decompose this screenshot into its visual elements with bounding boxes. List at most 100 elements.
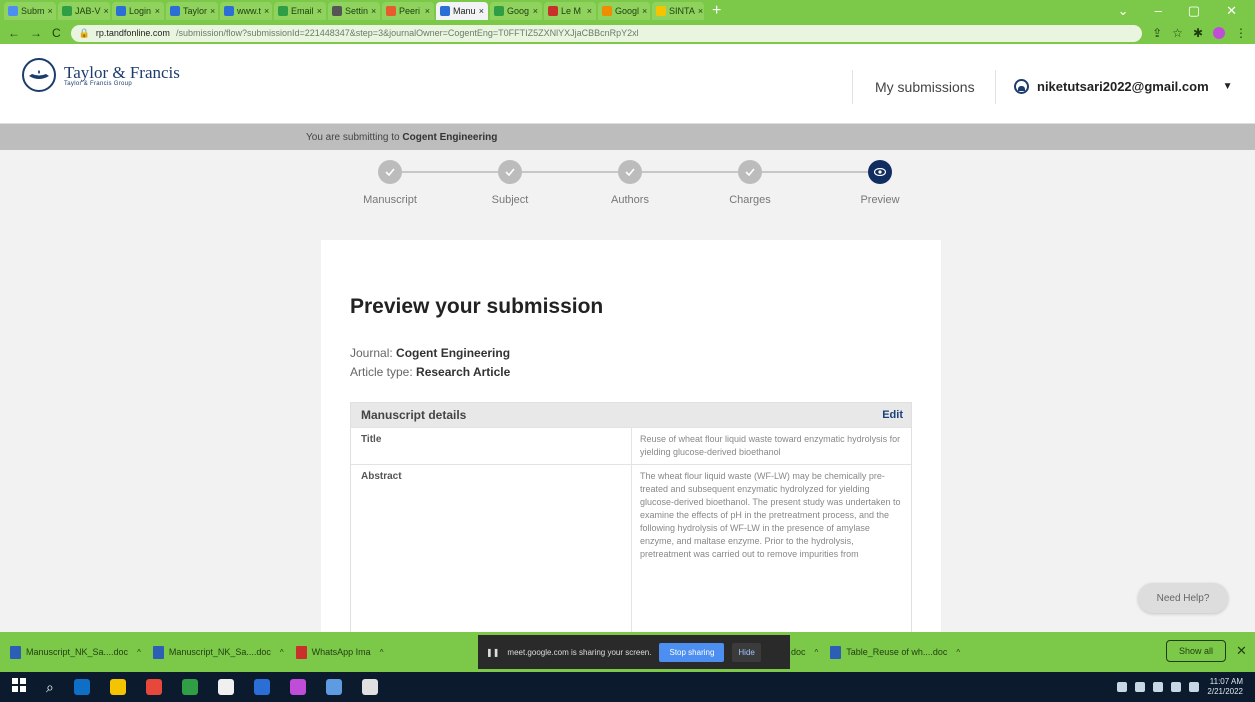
step-label: Subject [491,194,529,206]
close-tab-icon[interactable]: × [479,6,484,16]
taskbar-app-icon[interactable] [361,679,378,695]
favicon-icon [224,6,234,16]
browser-tab[interactable]: Googl × [598,2,650,20]
new-tab-icon[interactable]: + [712,2,721,20]
favicon-icon [440,6,450,16]
browser-tab[interactable]: Peeri × [382,2,434,20]
wifi-icon[interactable] [1171,682,1182,692]
browser-toolbar: ← → C 🔒 rp.tandfonline.com/submission/fl… [0,22,1255,44]
menu-icon[interactable]: ⋮ [1235,26,1247,40]
close-tab-icon[interactable]: × [264,6,269,16]
tab-label: SINTA [669,6,695,16]
row-value: The wheat flour liquid waste (WF-LW) may… [631,465,911,635]
step-manuscript[interactable]: Manuscript [350,160,430,206]
preview-card: Preview your submission Journal: Cogent … [321,240,941,640]
profile-avatar[interactable] [1213,27,1225,39]
taylor-francis-logo[interactable]: Taylor & Francis Taylor & Francis Group [22,58,180,92]
close-tab-icon[interactable]: × [371,6,376,16]
step-preview[interactable]: Preview [840,160,920,206]
browser-tab[interactable]: Le M × [544,2,596,20]
step-charges[interactable]: Charges [710,160,790,206]
close-tab-icon[interactable]: × [642,6,647,16]
close-window-icon[interactable]: ✕ [1226,3,1237,19]
user-menu[interactable]: niketutsari2022@gmail.com ▼ [1014,79,1233,94]
tray-icon[interactable] [1153,682,1164,692]
step-authors[interactable]: Authors [590,160,670,206]
word-doc-icon [830,645,842,659]
extensions-icon[interactable]: ✱ [1193,26,1203,40]
chevron-up-icon[interactable]: ^ [280,648,284,657]
chevron-up-icon[interactable]: ^ [137,648,141,657]
close-icon[interactable]: ✕ [1236,643,1247,659]
taskbar-app-icon[interactable] [289,679,306,695]
show-all-button[interactable]: Show all [1166,640,1226,662]
tab-label: Goog [507,6,530,16]
taskbar-app-icon[interactable] [325,679,342,695]
need-help-button[interactable]: Need Help? [1138,583,1228,613]
taskbar-app-icon[interactable] [253,679,270,695]
taskbar-app-icon[interactable] [73,679,90,695]
volume-icon[interactable] [1189,682,1200,692]
favicon-icon [278,6,288,16]
stop-sharing-button[interactable]: Stop sharing [659,642,725,662]
close-tab-icon[interactable]: × [587,6,592,16]
section-title: Manuscript details [361,408,467,422]
download-item[interactable]: Manuscript_NK_Sa....doc ^ [152,645,284,659]
maximize-icon[interactable]: ▢ [1188,3,1200,19]
chevron-up-icon[interactable]: ^ [956,648,960,657]
taskbar-app-icon[interactable] [109,679,126,695]
favicon-icon [8,6,18,16]
bookmark-star-icon[interactable]: ☆ [1172,26,1183,40]
journal-meta: Journal: Cogent Engineering [350,346,510,360]
forward-icon[interactable]: → [30,26,42,40]
browser-tab[interactable]: SINTA × [652,2,704,20]
taskbar-app-icon[interactable] [181,679,198,695]
reload-icon[interactable]: C [52,26,61,40]
share-icon[interactable]: ⇪ [1152,26,1162,40]
tab-label: Peeri [399,6,421,16]
windows-start-icon[interactable] [12,677,26,697]
search-icon[interactable]: ⌕ [46,679,54,696]
browser-tab[interactable]: Subm × [4,2,56,20]
taskbar-app-icon[interactable] [145,679,162,695]
download-item[interactable]: WhatsApp Ima ^ [295,645,384,659]
check-icon [498,160,522,184]
hide-button[interactable]: Hide [732,642,761,662]
browser-tab[interactable]: Settin × [328,2,380,20]
step-label: Preview [860,194,900,206]
browser-tab[interactable]: Taylor × [166,2,218,20]
download-item[interactable]: Table_Reuse of wh....doc ^ [830,645,960,659]
close-tab-icon[interactable]: × [155,6,160,16]
close-tab-icon[interactable]: × [698,6,703,16]
close-tab-icon[interactable]: × [210,6,215,16]
download-item[interactable]: Manuscript_NK_Sa....doc ^ [10,645,141,659]
edit-link[interactable]: Edit [882,409,903,421]
close-tab-icon[interactable]: × [104,6,109,16]
close-tab-icon[interactable]: × [533,6,538,16]
browser-tab[interactable]: Email × [274,2,326,20]
taskbar-app-icon[interactable] [217,679,234,695]
tray-icon[interactable] [1117,682,1128,692]
minimize-icon[interactable]: – [1155,3,1162,19]
tray-icon[interactable] [1135,682,1146,692]
browser-tab[interactable]: Login × [112,2,164,20]
journal-value: Cogent Engineering [396,346,511,360]
close-tab-icon[interactable]: × [317,6,322,16]
back-icon[interactable]: ← [8,26,20,40]
chevron-up-icon[interactable]: ^ [380,648,384,657]
dropdown-icon[interactable]: ⌄ [1118,3,1129,19]
browser-tab[interactable]: JAB-V × [58,2,110,20]
brand-name: Taylor & Francis [64,62,180,82]
close-tab-icon[interactable]: × [48,6,53,16]
browser-tab[interactable]: Manu × [436,2,488,20]
my-submissions-link[interactable]: My submissions [875,79,975,95]
chevron-up-icon[interactable]: ^ [815,648,819,657]
taskbar-clock[interactable]: 11:07 AM 2/21/2022 [1207,677,1243,697]
close-tab-icon[interactable]: × [425,6,430,16]
download-name: Manuscript_NK_Sa....doc [26,647,129,657]
address-bar[interactable]: 🔒 rp.tandfonline.com/submission/flow?sub… [70,24,1143,42]
tab-label: Le M [561,6,582,16]
browser-tab[interactable]: Goog × [490,2,542,20]
browser-tab[interactable]: www.t × [220,2,272,20]
step-subject[interactable]: Subject [470,160,550,206]
